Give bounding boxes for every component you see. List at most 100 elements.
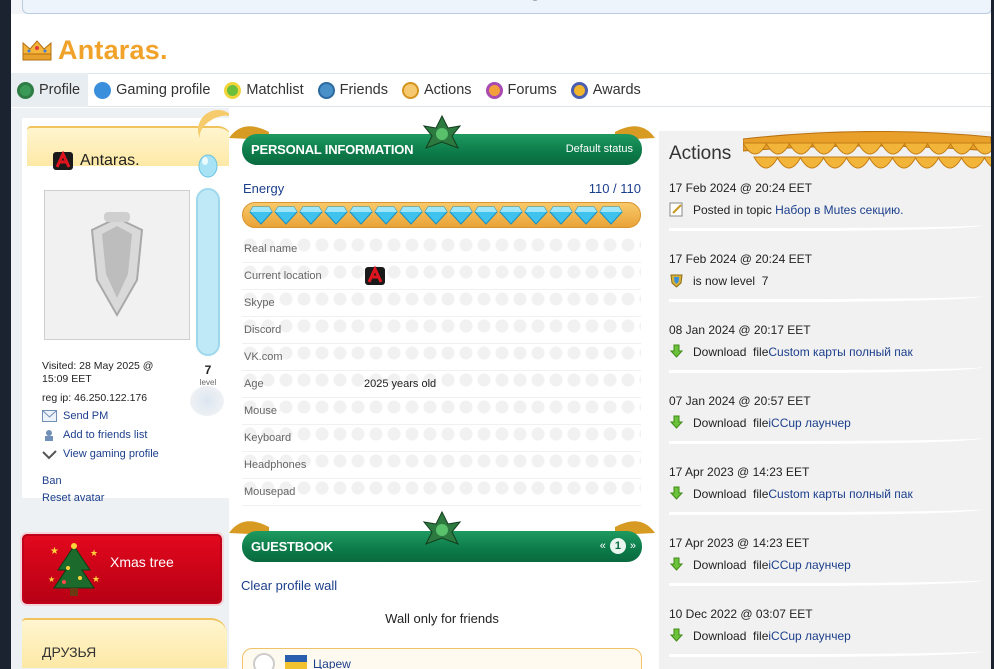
- clan-logo-icon: [365, 266, 385, 285]
- xmas-tree-icon: ★ ★ ★ ★: [48, 543, 100, 596]
- action-text: Download file: [693, 486, 769, 501]
- energy-gem-icon: [599, 206, 623, 225]
- action-line: Download file Custom карты полный пак: [669, 344, 985, 359]
- action-line: Download file iCCup лаунчер: [669, 415, 985, 430]
- profile-tabs: Profile Gaming profile Matchlist Friends…: [11, 73, 993, 107]
- energy-gem-icon: [249, 206, 273, 225]
- level-progress-bar: [196, 188, 220, 356]
- action-item: 17 Apr 2023 @ 14:23 EET Download file iCCu…: [669, 536, 985, 572]
- gamepad-icon: [42, 450, 57, 460]
- tab-forums[interactable]: Forums: [480, 73, 565, 107]
- edit-icon: [669, 202, 683, 217]
- energy-gem-icon: [399, 206, 423, 225]
- pager-next[interactable]: »: [630, 540, 636, 552]
- actions-icon: [401, 81, 419, 99]
- info-row: Keyboard: [242, 425, 641, 452]
- tab-label: Friends: [339, 82, 388, 98]
- energy-gem-icon: [449, 206, 473, 225]
- envelope-icon: [42, 410, 57, 422]
- send-pm-link[interactable]: Send PM: [42, 410, 108, 422]
- level-orb: [190, 386, 224, 416]
- info-row: Current location: [242, 263, 641, 290]
- action-separator: [669, 576, 983, 586]
- add-friend-link[interactable]: Add to friends list: [42, 429, 147, 441]
- clear-profile-wall-link[interactable]: Clear profile wall: [241, 578, 337, 593]
- action-item: 17 Feb 2024 @ 20:24 EET is now level 7: [669, 252, 985, 288]
- info-label: Skype: [244, 297, 275, 309]
- add-user-icon: [45, 430, 53, 441]
- ban-link[interactable]: Ban: [42, 475, 62, 487]
- main-content: PERSONAL INFORMATION Default status Ener…: [229, 108, 659, 669]
- personal-info-title: PERSONAL INFORMATION: [251, 142, 414, 157]
- matchlist-icon: [224, 81, 242, 99]
- energy-gem-icon: [474, 206, 498, 225]
- avatar: [253, 653, 275, 669]
- avatar: [44, 190, 190, 340]
- energy-gem-icon: [324, 206, 348, 225]
- action-text: Download file: [693, 628, 769, 643]
- action-link[interactable]: Набор в Mutes секцию.: [775, 203, 903, 217]
- xmas-tree-button[interactable]: ★ ★ ★ ★ Xmas tree: [22, 534, 222, 604]
- action-date: 07 Jan 2024 @ 20:57 EET: [669, 394, 811, 408]
- action-item: 08 Jan 2024 @ 20:17 EET Download file Cust…: [669, 323, 985, 359]
- top-notice-box: [22, 0, 992, 14]
- action-link[interactable]: Custom карты полный пак: [768, 487, 912, 501]
- info-row: Mouse: [242, 398, 641, 425]
- action-line: Download file iCCup лаунчер: [669, 557, 985, 572]
- action-date: 10 Dec 2022 @ 03:07 EET: [669, 607, 813, 621]
- action-date: 17 Apr 2023 @ 14:23 EET: [669, 536, 810, 550]
- tab-gaming-profile[interactable]: Gaming profile: [88, 73, 218, 107]
- reg-ip: reg ip: 46.250.122.176: [42, 392, 148, 404]
- energy-value: 110 / 110: [588, 181, 641, 196]
- action-date: 17 Apr 2023 @ 14:23 EET: [669, 465, 810, 479]
- action-text: is now level 7: [693, 273, 769, 288]
- svg-text:★: ★: [50, 546, 59, 557]
- action-link[interactable]: iCCup лаунчер: [768, 558, 850, 572]
- tab-actions[interactable]: Actions: [396, 73, 480, 107]
- svg-text:★: ★: [90, 548, 98, 558]
- info-label: Keyboard: [244, 432, 292, 444]
- action-link[interactable]: iCCup лаунчер: [768, 416, 850, 430]
- info-label: Mousepad: [244, 486, 296, 498]
- info-row: Discord: [242, 317, 641, 344]
- tab-friends[interactable]: Friends: [312, 73, 396, 107]
- tab-awards[interactable]: Awards: [565, 73, 649, 107]
- energy-gem-icon: [549, 206, 573, 225]
- guestbook-entry: Цареw: [242, 648, 642, 669]
- energy-gem-icon: [524, 206, 548, 225]
- svg-text:★: ★: [92, 574, 100, 584]
- view-gaming-profile-link[interactable]: View gaming profile: [42, 448, 159, 460]
- energy-bar: [242, 202, 641, 228]
- action-text: Download file: [693, 557, 769, 572]
- guestbook-author[interactable]: Цареw: [313, 657, 351, 669]
- action-text: Posted in topic: [693, 202, 776, 217]
- awards-icon: [570, 81, 588, 99]
- level-number: 7: [204, 363, 212, 377]
- left-sidebar: Antaras. 7 level Visited: 28 May 2025 @ …: [11, 102, 246, 669]
- energy-gem-icon: [374, 206, 398, 225]
- pager-current-page[interactable]: 1: [609, 538, 626, 554]
- dragon-emblem-icon: [422, 510, 462, 545]
- last-visited: Visited: 28 May 2025 @ 15:09 EET: [42, 360, 154, 385]
- info-label: Age: [244, 378, 264, 390]
- action-line: Posted in topic Набор в Mutes секцию.: [669, 202, 985, 217]
- page-title: Antaras.: [58, 34, 168, 65]
- pager-prev[interactable]: «: [600, 540, 606, 552]
- profile-name-text: Antaras.: [80, 152, 140, 169]
- energy-row: Energy 110 / 110: [243, 181, 641, 196]
- reset-avatar-link[interactable]: Reset avatar: [42, 492, 104, 504]
- action-link[interactable]: iCCup лаунчер: [768, 629, 850, 643]
- tab-matchlist[interactable]: Matchlist: [218, 73, 311, 107]
- action-separator: [669, 363, 983, 373]
- action-link[interactable]: Custom карты полный пак: [768, 345, 912, 359]
- info-label: VK.com: [244, 351, 283, 363]
- download-icon: [669, 628, 684, 642]
- profile-name: Antaras.: [52, 151, 140, 171]
- download-icon: [669, 344, 684, 358]
- action-item: 07 Jan 2024 @ 20:57 EET Download file iCCu…: [669, 394, 985, 430]
- tab-profile[interactable]: Profile: [11, 73, 89, 107]
- actions-title: Actions: [669, 143, 732, 164]
- info-row: VK.com: [242, 344, 641, 371]
- default-status: Default status: [565, 143, 633, 155]
- profile-icon: [17, 81, 34, 99]
